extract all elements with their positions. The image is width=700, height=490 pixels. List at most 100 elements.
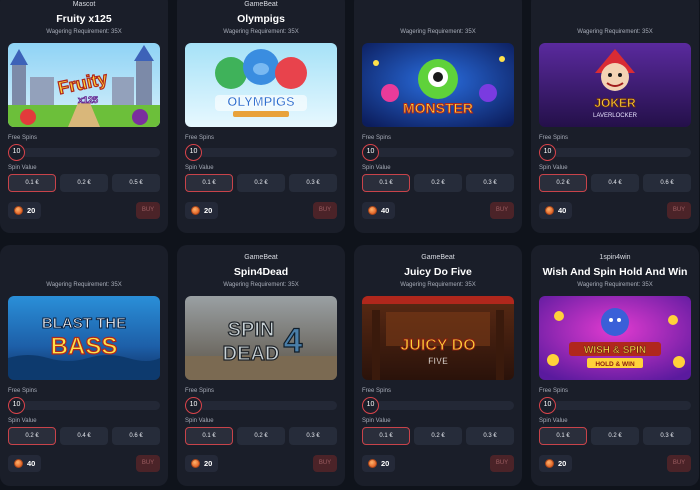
spin-value-option[interactable]: 0.2 € [60,174,108,192]
banner-text-line2: FIVE [428,356,448,366]
free-spins-count[interactable]: 10 [8,396,25,414]
spin-value-label: Spin Value [8,165,37,171]
spin-value-option[interactable]: 0.5 € [112,174,160,192]
slider-track[interactable] [376,147,514,157]
spin-value-option[interactable]: 0.2 € [414,174,462,192]
free-spins-count[interactable]: 10 [185,143,202,161]
free-spins-label: Free Spins [185,135,215,141]
spin-value-option[interactable]: 0.2 € [8,427,56,445]
spin-value-label: Spin Value [539,165,568,171]
olympigs-logo: OLYMPIGS [185,43,337,127]
free-spins-count[interactable]: 10 [362,396,379,414]
free-spins-count[interactable]: 10 [8,143,25,161]
game-card-monster[interactable]: Wagering Requirement: 35X MONSTER Free S… [354,0,522,233]
game-card-blast-the-bass[interactable]: Wagering Requirement: 35X BLAST THE BASS… [0,245,168,486]
card-footer: 20 BUY [8,202,160,219]
spin-value-option[interactable]: 0.1 € [185,427,233,445]
free-spins-slider[interactable]: 10 [8,396,160,414]
free-spins-slider[interactable]: 10 [539,143,691,161]
spin-value-option[interactable]: 0.2 € [591,427,639,445]
game-banner[interactable]: WISH & SPIN HOLD & WIN [539,296,691,380]
spin-value-option[interactable]: 0.1 € [185,174,233,192]
price-badge: 20 [8,202,42,219]
spin-value-option[interactable]: 0.3 € [289,427,337,445]
fruity-x125-logo: Fruity x125 [8,43,160,127]
free-spins-count[interactable]: 10 [539,396,556,414]
buy-button[interactable]: BUY [313,202,337,219]
game-card-wish-and-spin[interactable]: 1spin4win Wish And Spin Hold And Win Wag… [531,245,699,486]
game-banner[interactable]: BLAST THE BASS [8,296,160,380]
game-card-joker[interactable]: Wagering Requirement: 35X JOKER LAVERLOC… [531,0,699,233]
game-title: Wish And Spin Hold And Win [542,266,688,278]
banner-text-line1: BLAST THE [42,315,126,332]
game-title [8,265,160,279]
slider-track[interactable] [199,147,337,157]
spin-value-option[interactable]: 0.6 € [112,427,160,445]
game-banner[interactable]: Fruity x125 [8,43,160,127]
game-card-olympigs[interactable]: GameBeat Olympigs Wagering Requirement: … [177,0,345,233]
spin-value-option[interactable]: 0.4 € [60,427,108,445]
banner-text-line2: BASS [51,333,118,360]
slider-track[interactable] [22,400,160,410]
spin-value-option[interactable]: 0.1 € [362,174,410,192]
game-banner[interactable]: OLYMPIGS [185,43,337,127]
slider-track[interactable] [376,400,514,410]
spin-value-option[interactable]: 0.4 € [591,174,639,192]
free-spins-slider[interactable]: 10 [8,143,160,161]
spin-value-option[interactable]: 0.3 € [643,427,691,445]
game-banner[interactable]: SPIN DEAD 4 [185,296,337,380]
buy-button[interactable]: BUY [667,455,691,472]
buy-button[interactable]: BUY [490,202,514,219]
banner-text-line2: LAVERLOCKER [593,113,638,119]
game-banner[interactable]: JOKER LAVERLOCKER [539,43,691,127]
spin-value-option[interactable]: 0.3 € [466,427,514,445]
spin-value-options: 0.1 € 0.2 € 0.5 € [8,174,160,192]
game-title: Spin4Dead [233,266,289,278]
price-badge: 20 [362,455,396,472]
buy-button[interactable]: BUY [490,455,514,472]
spin-value-option[interactable]: 0.2 € [237,174,285,192]
game-card-spin4dead[interactable]: GameBeat Spin4Dead Wagering Requirement:… [177,245,345,486]
spin-value-option[interactable]: 0.2 € [414,427,462,445]
game-provider [8,253,160,262]
buy-button[interactable]: BUY [136,202,160,219]
buy-button[interactable]: BUY [136,455,160,472]
free-spins-count[interactable]: 10 [539,143,556,161]
spin-value-option[interactable]: 0.1 € [539,427,587,445]
slider-track[interactable] [553,400,691,410]
game-banner[interactable]: MONSTER [362,43,514,127]
card-footer: 20 BUY [185,202,337,219]
free-spins-label: Free Spins [362,388,392,394]
spin-value-option[interactable]: 0.2 € [237,427,285,445]
banner-text-line2: HOLD & WIN [595,361,635,368]
game-banner[interactable]: JUICY DO FIVE [362,296,514,380]
slider-track[interactable] [199,400,337,410]
spin-value-option[interactable]: 0.1 € [362,427,410,445]
free-spins-count[interactable]: 10 [362,143,379,161]
game-card-fruity-x125[interactable]: Mascot Fruity x125 Wagering Requirement:… [0,0,168,233]
game-provider: GameBeat [244,254,278,261]
spin-value-option[interactable]: 0.6 € [643,174,691,192]
game-provider: Mascot [72,1,96,8]
banner-text-line2: x125 [78,95,98,105]
free-spins-slider[interactable]: 10 [362,396,514,414]
free-spins-slider[interactable]: 10 [185,143,337,161]
free-spins-slider[interactable]: 10 [539,396,691,414]
spin-value-option[interactable]: 0.1 € [8,174,56,192]
slider-track[interactable] [22,147,160,157]
slider-track[interactable] [553,147,691,157]
card-footer: 40 BUY [539,202,691,219]
buy-button[interactable]: BUY [667,202,691,219]
game-title: Juicy Do Five [404,266,472,278]
game-card-juicy-do-five[interactable]: GameBeat Juicy Do Five Wagering Requirem… [354,245,522,486]
spin-value-options: 0.1 € 0.2 € 0.3 € [185,427,337,445]
buy-button[interactable]: BUY [313,455,337,472]
free-spins-slider[interactable]: 10 [185,396,337,414]
wagering-requirement: Wagering Requirement: 35X [400,282,476,288]
price-value: 20 [381,459,390,468]
spin-value-option[interactable]: 0.3 € [289,174,337,192]
spin-value-option[interactable]: 0.2 € [539,174,587,192]
spin-value-option[interactable]: 0.3 € [466,174,514,192]
free-spins-slider[interactable]: 10 [362,143,514,161]
free-spins-count[interactable]: 10 [185,396,202,414]
